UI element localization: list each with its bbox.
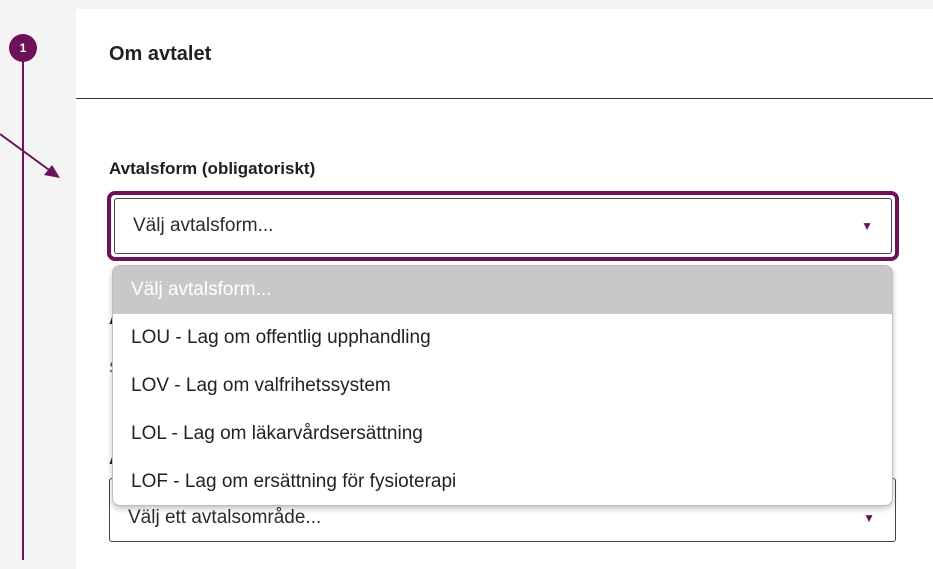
- step-number-badge: 1: [9, 34, 37, 62]
- dropdown-option-lol[interactable]: LOL - Lag om läkarvårdsersättning: [113, 410, 892, 458]
- chevron-down-icon: ▼: [863, 511, 875, 525]
- dropdown-option-lov[interactable]: LOV - Lag om valfrihetssystem: [113, 362, 892, 410]
- agreement-form-dropdown-list: Välj avtalsform... LOU - Lag om offentli…: [112, 265, 893, 506]
- agreement-form-select-field[interactable]: Välj avtalsform... ▼: [114, 198, 892, 254]
- dropdown-option-lof[interactable]: LOF - Lag om ersättning för fysioterapi: [113, 458, 892, 505]
- agreement-form-select[interactable]: Välj avtalsform... ▼: [107, 191, 899, 261]
- chevron-down-icon: ▼: [861, 219, 873, 233]
- dropdown-option-lou[interactable]: LOU - Lag om offentlig upphandling: [113, 314, 892, 362]
- dropdown-option-placeholder[interactable]: Välj avtalsform...: [113, 266, 892, 314]
- agreement-form-label: Avtalsform (obligatoriskt): [109, 159, 316, 178]
- annotation-arrow-icon: [0, 133, 60, 178]
- agreement-form-selected-value: Välj avtalsform...: [133, 215, 274, 236]
- agreement-area-selected-value: Välj ett avtalsområde...: [128, 507, 322, 528]
- card-title: Om avtalet: [76, 9, 933, 99]
